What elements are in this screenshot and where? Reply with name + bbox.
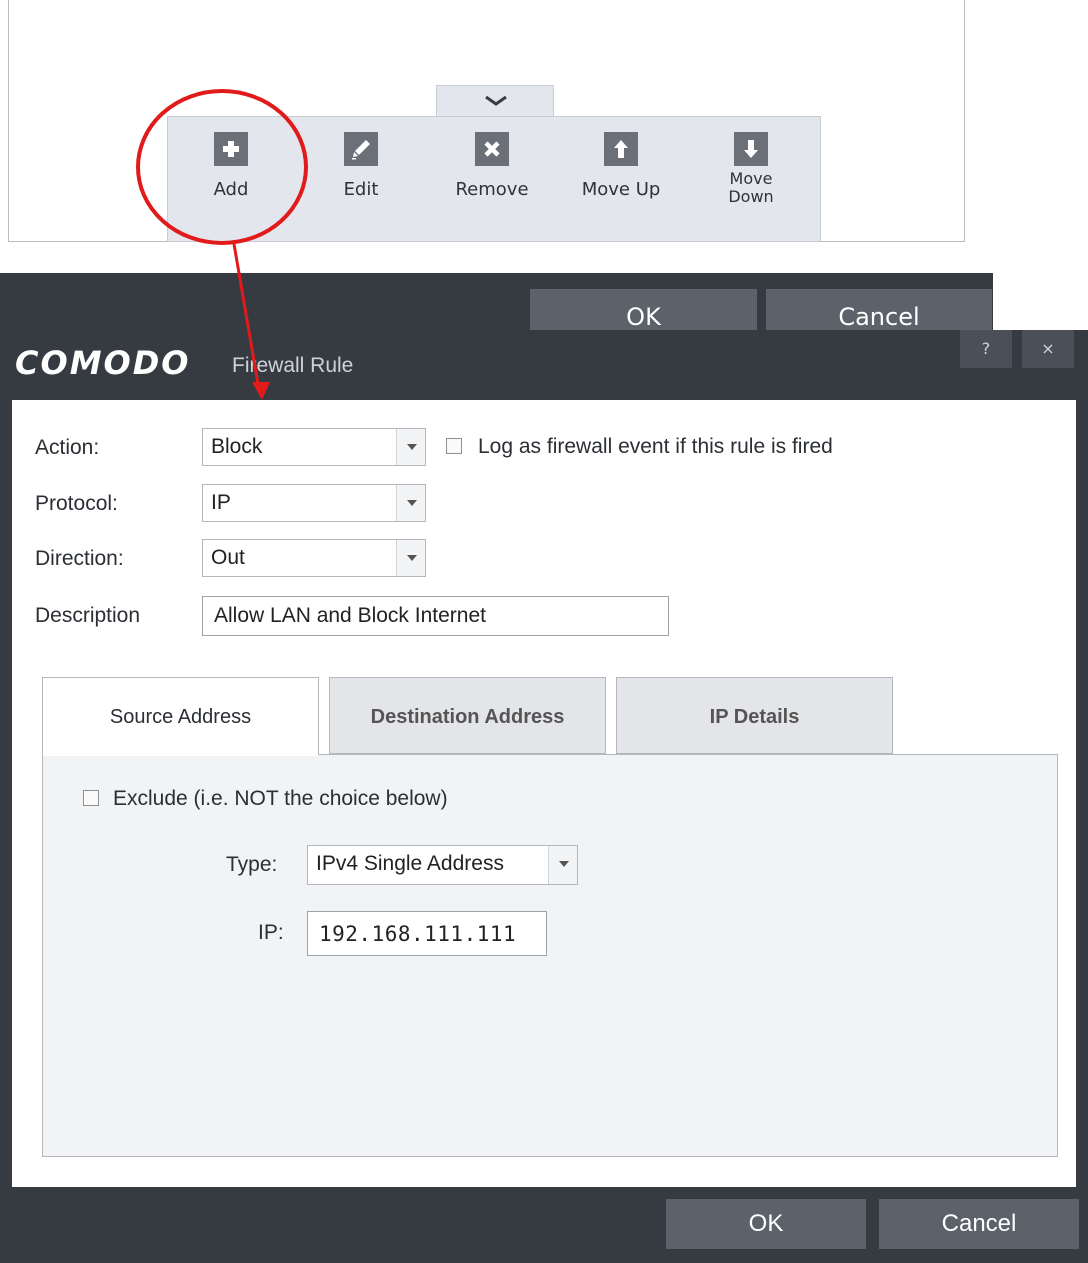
move-down-label-line1: Move [729, 169, 773, 188]
action-select[interactable]: Block [202, 428, 426, 466]
type-value: IPv4 Single Address [316, 852, 504, 875]
exclude-checkbox[interactable] [83, 790, 99, 806]
dropdown-arrow-icon [396, 540, 425, 576]
source-address-panel: Exclude (i.e. NOT the choice below) Type… [42, 754, 1058, 1157]
chevron-down-icon [485, 95, 507, 106]
cancel-button[interactable]: Cancel [879, 1199, 1079, 1249]
arrow-down-icon [734, 132, 768, 166]
log-event-label: Log as firewall event if this rule is fi… [478, 435, 833, 458]
log-event-checkbox[interactable] [446, 438, 462, 454]
comodo-logo: COMODO [15, 344, 191, 382]
exclude-label: Exclude (i.e. NOT the choice below) [113, 787, 448, 810]
background-cancel-button[interactable]: Cancel [766, 289, 992, 330]
move-down-button[interactable]: Move Down [701, 132, 801, 206]
protocol-label: Protocol: [35, 492, 118, 515]
firewall-rule-dialog: COMODO Firewall Rule ? × Action: Block L… [0, 330, 1088, 1263]
rule-toolbar: Add Edit Remove Move Up Move Down [167, 116, 821, 242]
move-down-label-line2: Down [728, 187, 774, 206]
edit-label: Edit [343, 179, 379, 200]
move-up-button[interactable]: Move Up [571, 132, 671, 200]
ip-label: IP: [258, 921, 284, 944]
background-ok-button[interactable]: OK [530, 289, 757, 330]
add-button[interactable]: Add [181, 132, 281, 200]
move-up-label: Move Up [581, 179, 661, 200]
action-value: Block [211, 435, 263, 458]
add-label: Add [213, 179, 249, 200]
description-label: Description [35, 604, 141, 627]
direction-value: Out [211, 546, 245, 569]
x-icon [475, 132, 509, 166]
edit-button[interactable]: Edit [311, 132, 411, 200]
pencil-icon [344, 132, 378, 166]
action-label: Action: [35, 436, 100, 459]
protocol-value: IP [211, 491, 231, 514]
dialog-title: Firewall Rule [232, 354, 354, 377]
help-button[interactable]: ? [960, 330, 1012, 368]
tab-ip-details[interactable]: IP Details [616, 677, 893, 754]
rules-panel: Add Edit Remove Move Up Move Down [8, 0, 965, 242]
background-window-footer: OK Cancel [0, 273, 993, 330]
dropdown-arrow-icon [396, 485, 425, 521]
move-down-label: Move Down [701, 170, 801, 206]
direction-select[interactable]: Out [202, 539, 426, 577]
ip-address-value: 192.168.111.111 [319, 922, 517, 946]
collapse-toolbar-tab[interactable] [436, 85, 554, 117]
description-input[interactable]: Allow LAN and Block Internet [202, 596, 669, 636]
dropdown-arrow-icon [396, 429, 425, 465]
type-select[interactable]: IPv4 Single Address [307, 845, 578, 885]
arrow-up-icon [604, 132, 638, 166]
remove-button[interactable]: Remove [442, 132, 542, 200]
close-button[interactable]: × [1022, 330, 1074, 368]
type-label: Type: [226, 853, 278, 876]
direction-label: Direction: [35, 547, 124, 570]
tab-destination-address[interactable]: Destination Address [329, 677, 606, 754]
dropdown-arrow-icon [548, 846, 577, 884]
tab-source-address[interactable]: Source Address [42, 677, 319, 755]
remove-label: Remove [455, 179, 529, 200]
description-value: Allow LAN and Block Internet [214, 604, 486, 627]
ok-button[interactable]: OK [666, 1199, 866, 1249]
plus-icon [214, 132, 248, 166]
protocol-select[interactable]: IP [202, 484, 426, 522]
dialog-body: Action: Block Log as firewall event if t… [12, 400, 1076, 1187]
ip-address-input[interactable]: 192.168.111.111 [307, 911, 547, 956]
